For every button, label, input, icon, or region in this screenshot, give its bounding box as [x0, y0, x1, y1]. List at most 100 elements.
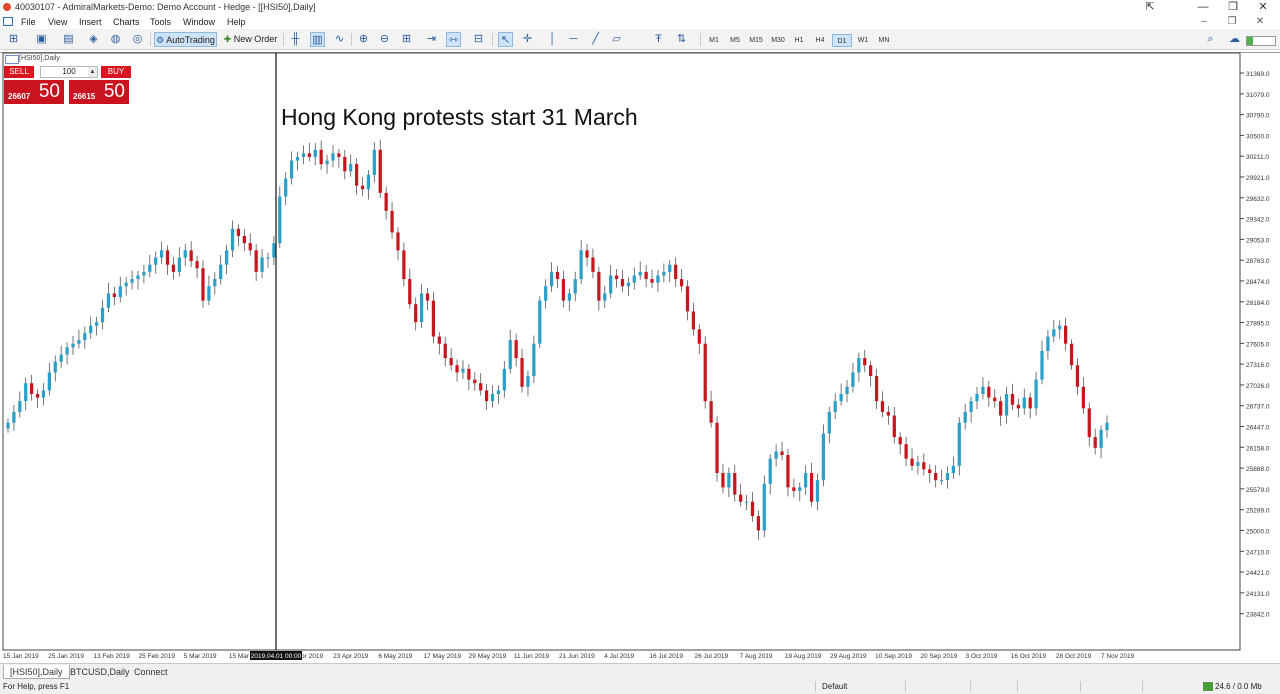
candle-body: [526, 376, 530, 387]
indicators-icon[interactable]: ⊟: [471, 32, 486, 47]
candle-body: [1010, 393, 1015, 405]
candle-body: [106, 293, 111, 308]
chart-tabs: [HSI50],Daily BTCUSD,Daily Connect: [0, 663, 1280, 679]
channel-icon[interactable]: ▱: [609, 32, 624, 47]
menu-file[interactable]: File: [21, 17, 36, 27]
mdi-minimize-icon[interactable]: –: [1194, 15, 1214, 28]
chart-annotation-text[interactable]: Hong Kong protests start 31 March: [281, 104, 638, 131]
timeframe-w1[interactable]: W1: [853, 34, 873, 47]
close-button[interactable]: ✕: [1248, 0, 1278, 15]
horizontal-line-icon[interactable]: ─: [566, 32, 581, 47]
strategy-tester-icon[interactable]: ◎: [130, 32, 145, 47]
chart-window-icon[interactable]: [3, 17, 13, 26]
candle-body: [697, 329, 701, 344]
quantity-up-icon[interactable]: ▲: [88, 67, 97, 77]
candle-body: [880, 401, 885, 412]
chart-shift-icon[interactable]: ⇥: [424, 32, 439, 47]
candle-body: [384, 192, 388, 211]
date-label: 5 Mar 2019: [184, 653, 217, 660]
mdi-restore-icon[interactable]: ❐: [1222, 15, 1242, 28]
candle-body: [307, 153, 311, 157]
timeframe-mn[interactable]: MN: [874, 34, 894, 47]
timeframe-m15[interactable]: M15: [746, 34, 766, 47]
menu-window[interactable]: Window: [183, 17, 215, 27]
buy-button[interactable]: 26615 50: [69, 80, 129, 104]
bar-chart-icon[interactable]: ╫: [288, 32, 303, 47]
timeframe-m1[interactable]: M1: [704, 34, 724, 47]
candle-body: [71, 343, 75, 348]
candle-body: [561, 279, 566, 301]
market-watch-icon[interactable]: ▤: [61, 32, 76, 47]
price-label: 28763.0: [1246, 258, 1270, 265]
price-label: 29342.0: [1246, 217, 1270, 224]
candle-body: [815, 480, 820, 502]
timeframe-m30[interactable]: M30: [768, 34, 788, 47]
autoscroll-icon[interactable]: ⇿: [446, 32, 461, 47]
candle-body: [343, 156, 347, 172]
maximize-button[interactable]: ❐: [1218, 0, 1248, 15]
price-chart[interactable]: 31369.0 31079.0 30790.0 30500.0 30211.0 29921…: [0, 52, 1280, 663]
navigator-icon[interactable]: ◈: [86, 32, 101, 47]
tab-btcusd-daily[interactable]: BTCUSD,Daily: [64, 665, 136, 679]
sell-button[interactable]: 26607 50: [4, 80, 64, 104]
timeframe-h4[interactable]: H4: [810, 34, 830, 47]
buy-label[interactable]: BUY: [101, 66, 131, 78]
zoom-in-icon[interactable]: ⊕: [356, 32, 371, 47]
candle-body: [65, 347, 69, 355]
new-order-button[interactable]: ✚ New Order: [222, 32, 279, 47]
tile-windows-icon[interactable]: ⊞: [399, 32, 414, 47]
candle-body: [148, 264, 152, 272]
status-bar: For Help, press F1 Default 24.6 / 0.0 Mb: [0, 679, 1280, 694]
chat-icon[interactable]: ☁: [1227, 32, 1242, 47]
autotrading-button[interactable]: ⚙ AutoTrading: [154, 32, 217, 47]
terminal-icon[interactable]: ◍: [108, 32, 123, 47]
minimize-button[interactable]: —: [1188, 0, 1218, 15]
timeframe-d1[interactable]: D1: [832, 34, 852, 47]
date-label: 20 Sep 2019: [920, 653, 957, 660]
line-chart-icon[interactable]: ∿: [332, 32, 347, 47]
candle-body: [313, 149, 317, 157]
mdi-close-icon[interactable]: ✕: [1250, 15, 1270, 28]
menu-insert[interactable]: Insert: [79, 17, 102, 27]
restore-small-icon[interactable]: ⇱: [1135, 0, 1165, 15]
cursor-icon[interactable]: ↖: [498, 32, 513, 47]
candle-body: [89, 325, 93, 333]
crosshair-icon[interactable]: ✛: [520, 32, 535, 47]
price-label: 29053.0: [1246, 237, 1270, 244]
candle-body: [95, 322, 99, 326]
vertical-line-icon[interactable]: │: [545, 32, 560, 47]
price-label: 24421.0: [1246, 570, 1270, 577]
menu-tools[interactable]: Tools: [150, 17, 171, 27]
search-icon[interactable]: ⌕: [1203, 32, 1218, 47]
zoom-out-icon[interactable]: ⊖: [377, 32, 392, 47]
candlestick-icon[interactable]: ▥: [310, 32, 325, 47]
date-label: 15 Jan 2019: [3, 653, 39, 660]
text-tool-icon[interactable]: Ŧ: [651, 32, 666, 47]
menu-help[interactable]: Help: [227, 17, 246, 27]
candle-body: [159, 250, 164, 258]
new-order-icon: ✚: [223, 34, 232, 44]
date-label: 25 Jan 2019: [48, 653, 84, 660]
candle-body: [53, 361, 57, 373]
timeframe-h1[interactable]: H1: [789, 34, 809, 47]
tab-connect[interactable]: Connect: [128, 665, 174, 679]
menu-charts[interactable]: Charts: [113, 17, 140, 27]
candle-body: [626, 282, 631, 287]
sell-label[interactable]: SELL: [4, 66, 34, 78]
candle-body: [945, 472, 950, 481]
candle-body: [473, 379, 477, 384]
tab-hsi50-daily[interactable]: [HSI50],Daily: [3, 665, 70, 679]
plot-border: [2, 52, 1241, 651]
profiles-icon[interactable]: ▣: [34, 32, 49, 47]
timeframe-m5[interactable]: M5: [725, 34, 745, 47]
menu-view[interactable]: View: [48, 17, 67, 27]
arrows-tool-icon[interactable]: ⇅: [674, 32, 689, 47]
candle-body: [437, 336, 441, 344]
candle-body: [898, 437, 902, 445]
candle-body: [325, 160, 329, 165]
new-chart-icon[interactable]: ⊞: [6, 32, 21, 47]
trendline-icon[interactable]: ╱: [588, 32, 603, 47]
candle-body: [455, 365, 459, 373]
connection-status-icon: [1203, 682, 1213, 691]
candle-body: [644, 271, 648, 280]
